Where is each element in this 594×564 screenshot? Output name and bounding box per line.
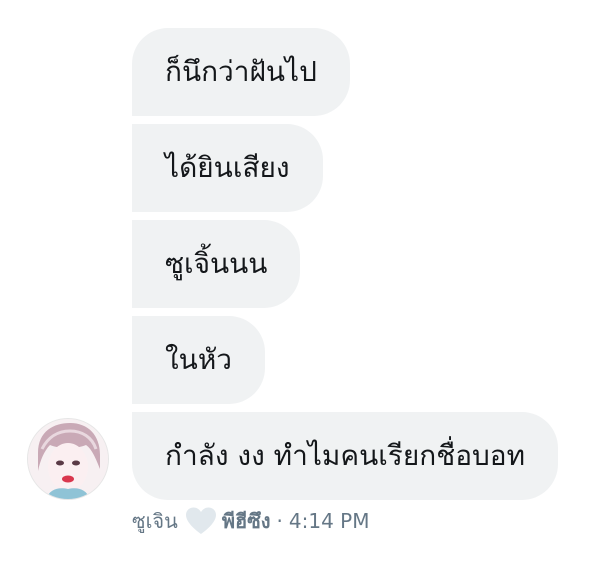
message-bubble[interactable]: ในหัว — [132, 316, 265, 404]
message-meta: ซูเจิน พีฮีซึง · 4:14 PM — [132, 506, 370, 536]
message-bubble[interactable]: ได้ยินเสียง — [132, 124, 323, 212]
avatar[interactable] — [28, 419, 108, 499]
message-bubble[interactable]: ก็นึกว่าฝันไป — [132, 28, 350, 116]
message-text: ได้ยินเสียง — [165, 151, 290, 184]
timestamp: 4:14 PM — [288, 509, 370, 533]
message-text: ในหัว — [165, 343, 232, 376]
message-bubble[interactable]: กำลัง งง ทำไมคนเรียกชื่อบอท — [132, 412, 559, 500]
message-text: กำลัง งง ทำไมคนเรียกชื่อบอท — [165, 439, 526, 472]
message-bubble[interactable]: ซูเจิ้นนน — [132, 220, 301, 308]
reactor-name[interactable]: พีฮีซึง — [222, 505, 271, 537]
separator: · — [276, 509, 283, 533]
message-text: ซูเจิ้นนน — [165, 247, 268, 280]
avatar-image — [28, 419, 108, 499]
message-thread: ก็นึกว่าฝันไป ได้ยินเสียง ซูเจิ้นนน ในหั… — [0, 0, 594, 564]
sender-name[interactable]: ซูเจิน — [132, 505, 178, 537]
heart-icon[interactable] — [184, 506, 218, 536]
message-text: ก็นึกว่าฝันไป — [165, 55, 317, 88]
